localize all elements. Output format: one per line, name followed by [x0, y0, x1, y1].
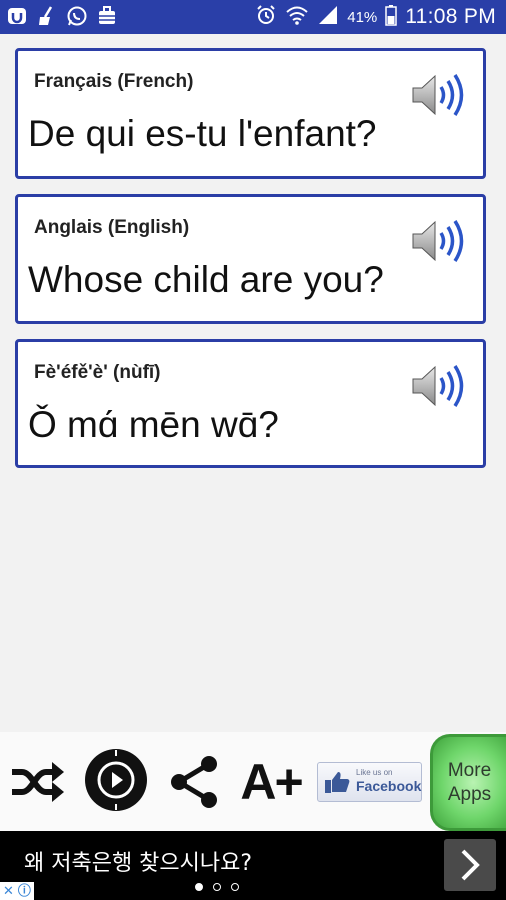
ad-text[interactable]: 왜 저축은행 찾으시나요?: [24, 845, 252, 877]
ad-banner[interactable]: 왜 저축은행 찾으시나요? ✕ ⓘ: [0, 831, 506, 900]
play-icon[interactable]: [84, 748, 148, 812]
clean-app-icon: [6, 5, 28, 27]
whatsapp-icon: [66, 5, 88, 27]
clock: 11:08 PM: [405, 5, 496, 28]
speaker-icon[interactable]: [411, 364, 465, 408]
phrase-text: De qui es-tu l'enfant?: [28, 113, 377, 154]
more-apps-label-line1: More: [447, 759, 492, 781]
broom-icon: [36, 5, 58, 27]
close-icon[interactable]: ✕: [3, 883, 14, 899]
battery-percent: 41%: [347, 8, 378, 26]
battery-icon: [385, 4, 398, 31]
font-size-icon[interactable]: A+: [236, 754, 306, 810]
facebook-small-label: Like us on: [356, 768, 393, 777]
signal-icon: [317, 4, 339, 31]
speaker-icon[interactable]: [411, 73, 465, 117]
notification-icons: [6, 5, 118, 27]
bottom-toolbar: A+ Like us on Facebook More Apps: [0, 732, 506, 831]
phrase-card-nufi[interactable]: Fè'éfě'è' (nùfī) Ǒ mɑ́ mēn wɑ̄?: [15, 339, 486, 468]
phrase-text: Whose child are you?: [28, 259, 384, 300]
info-icon[interactable]: ⓘ: [18, 883, 31, 899]
speaker-icon[interactable]: [411, 219, 465, 263]
page-dot-active: [195, 883, 203, 891]
language-label: Fè'éfě'è' (nùfī): [34, 362, 161, 383]
ad-page-indicator: [195, 883, 239, 891]
facebook-label: Facebook: [356, 778, 422, 794]
phrase-card-french[interactable]: Français (French) De qui es-tu l'enfant?: [15, 48, 486, 179]
page-dot: [213, 883, 221, 891]
share-icon[interactable]: [166, 752, 222, 812]
page-dot: [231, 883, 239, 891]
briefcase-icon: [96, 5, 118, 27]
chevron-right-icon[interactable]: [444, 839, 496, 891]
thumbs-up-icon: [324, 770, 350, 799]
shuffle-icon[interactable]: [8, 754, 68, 810]
language-label: Anglais (English): [34, 217, 190, 238]
wifi-icon: [285, 4, 309, 31]
ad-choices[interactable]: ✕ ⓘ: [0, 882, 34, 900]
facebook-like-button[interactable]: Like us on Facebook: [317, 762, 422, 802]
phrase-text: Ǒ mɑ́ mēn wɑ̄?: [28, 404, 279, 445]
status-bar: 41% 11:08 PM: [0, 0, 506, 34]
alarm-icon: [255, 4, 277, 31]
more-apps-label-line2: Apps: [447, 783, 492, 805]
language-label: Français (French): [34, 71, 194, 92]
phrase-card-english[interactable]: Anglais (English) Whose child are you?: [15, 194, 486, 324]
more-apps-button[interactable]: More Apps: [430, 734, 506, 831]
